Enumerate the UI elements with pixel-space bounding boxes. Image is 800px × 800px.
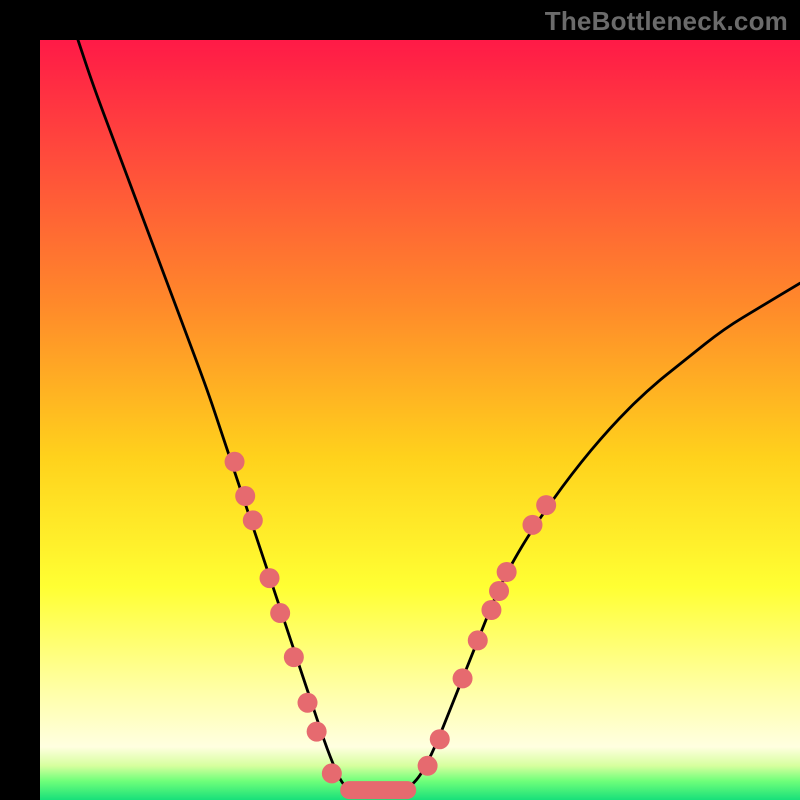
bottleneck-chart (0, 0, 800, 800)
data-point-marker (453, 668, 473, 688)
data-point-marker (243, 510, 263, 530)
data-point-marker (260, 568, 280, 588)
data-point-marker (322, 763, 342, 783)
data-point-marker (481, 600, 501, 620)
data-point-marker (307, 722, 327, 742)
data-point-marker (298, 693, 318, 713)
data-point-marker (489, 581, 509, 601)
data-point-marker (522, 515, 542, 535)
data-point-marker (418, 756, 438, 776)
plot-background (40, 40, 800, 800)
data-point-marker (430, 729, 450, 749)
minimum-flat-bar (340, 781, 416, 799)
data-point-marker (270, 603, 290, 623)
watermark-text: TheBottleneck.com (545, 6, 788, 37)
data-point-marker (225, 452, 245, 472)
data-point-marker (468, 630, 488, 650)
data-point-marker (536, 495, 556, 515)
chart-container: TheBottleneck.com (0, 0, 800, 800)
data-point-marker (284, 647, 304, 667)
data-point-marker (497, 562, 517, 582)
data-point-marker (235, 486, 255, 506)
